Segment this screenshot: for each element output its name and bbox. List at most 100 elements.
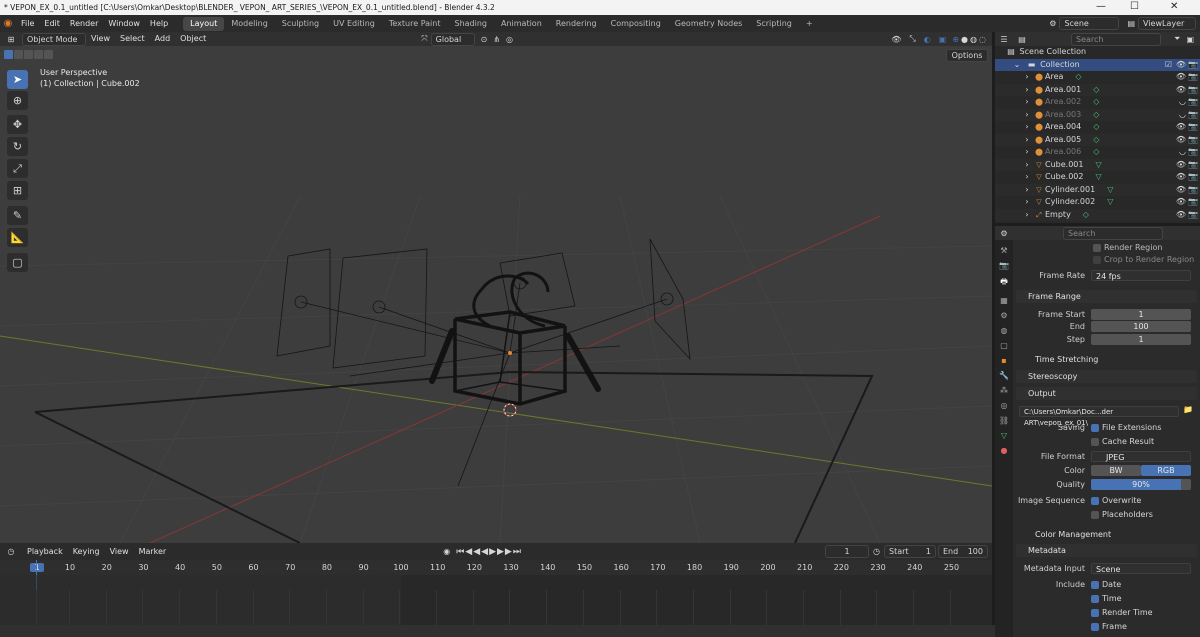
annotate-icon[interactable]: ✎ [7,206,28,225]
metadata-input-select[interactable]: Scene [1091,563,1191,574]
frame-range-panel[interactable]: Frame Range [1016,290,1197,303]
output-path-field[interactable]: C:\Users\Omkar\Doc...der ART\vepon_ex_01… [1019,406,1179,427]
viewport-options-button[interactable]: Options [946,49,988,62]
outliner-item[interactable]: › ⬤ Area.003 ◇ ◡ 📷 [995,108,1200,122]
select-invert-icon[interactable] [34,49,43,59]
outliner-item[interactable]: › ⬤ Area.006 ◇ ◡ 📷 [995,146,1200,159]
select-subtract-icon[interactable] [24,49,33,59]
add-cube-icon[interactable]: ▢ [7,253,28,272]
cache-result-checkbox[interactable]: Cache Result [1091,436,1154,448]
properties-search[interactable]: Search [1063,226,1163,240]
menu-window[interactable]: Window [103,15,145,32]
tab-scripting[interactable]: Scripting [749,17,799,31]
minimize-button[interactable]: — [1096,1,1106,12]
object-data-icon[interactable]: ▽ [1107,197,1113,206]
color-rgb-button[interactable]: RGB [1141,465,1191,476]
rotate-icon[interactable]: ↻ [7,137,28,156]
render-visibility-icon[interactable]: 📷 [1188,109,1198,122]
render-visibility-icon[interactable]: 📷 [1188,196,1198,209]
menu-help[interactable]: Help [145,15,173,32]
orientation-selector[interactable]: Global [430,32,475,46]
object-data-icon[interactable]: ▽ [1107,185,1113,194]
select-intersect-icon[interactable] [44,49,53,59]
shading-solid-icon[interactable]: ● [961,35,968,44]
world-tab-icon[interactable]: ◍ [1001,326,1008,335]
placeholders-checkbox[interactable]: Placeholders [1091,509,1153,521]
color-bw-button[interactable]: BW [1091,465,1141,476]
end-frame-field[interactable]: End 100 [938,545,988,558]
render-visibility-icon[interactable]: 📷 [1188,134,1198,147]
expand-icon[interactable]: › [1021,159,1033,172]
proportional-edit-icon[interactable]: ◎ [506,35,513,44]
select-box-icon[interactable]: ➤ [7,70,28,89]
visibility-icon[interactable]: 👁 [1176,84,1186,97]
object-data-icon[interactable]: ◇ [1083,210,1089,219]
visibility-icon[interactable]: 👁 [1176,171,1186,184]
maximize-button[interactable]: ☐ [1130,1,1139,12]
expand-icon[interactable]: › [1021,209,1033,222]
collection-tab-icon[interactable]: ▢ [1000,341,1008,350]
outliner-item[interactable]: › ⬤ Area.001 ◇ 👁 📷 [995,83,1200,97]
tab-uv-editing[interactable]: UV Editing [326,17,382,31]
properties-editor-icon[interactable]: ⚙ [995,229,1013,238]
overlay-icon[interactable]: ◐ [924,35,931,44]
mode-selector[interactable]: Object Mode [22,32,86,46]
render-visibility-icon[interactable]: 📷 [1188,209,1198,222]
filter-icon[interactable]: ⏷ [1174,34,1180,44]
visibility-icon[interactable]: 👁 [1176,134,1186,147]
crop-region-checkbox[interactable]: Crop to Render Region [1093,254,1194,266]
render-visibility-icon[interactable]: 📷 [1188,96,1198,109]
expand-icon[interactable]: › [1021,121,1033,134]
viewport-canvas[interactable] [0,46,992,543]
modifier-tab-icon[interactable]: 🔧 [999,371,1009,380]
file-format-select[interactable]: JPEG [1091,451,1191,462]
expand-icon[interactable]: › [1021,84,1033,97]
tab-layout[interactable]: Layout [183,16,225,31]
scene-selector[interactable]: Scene [1059,17,1120,30]
expand-icon[interactable]: › [1021,171,1033,184]
end-field[interactable]: 100 [1091,321,1191,332]
menu-render[interactable]: Render [65,15,103,32]
view-layer-selector[interactable]: ViewLayer [1138,17,1196,30]
tab-modeling[interactable]: Modeling [224,17,274,31]
output-tab-icon[interactable]: 🖶 [1000,276,1008,290]
tab-compositing[interactable]: Compositing [604,17,668,31]
data-tab-icon[interactable]: ▽ [1001,431,1007,440]
tab-texture-paint[interactable]: Texture Paint [382,17,448,31]
timeline-body[interactable] [0,560,992,637]
visibility-icon[interactable]: 👁 [1176,159,1186,172]
tab-geometry-nodes[interactable]: Geometry Nodes [668,17,749,31]
particles-tab-icon[interactable]: ⁂ [1000,386,1008,395]
viewport-menu-object[interactable]: Object [175,32,211,46]
include-frame-checkbox[interactable]: Frame [1091,621,1127,633]
render-visibility-icon[interactable]: 📷 [1188,171,1198,184]
object-data-icon[interactable]: ▽ [1095,172,1101,181]
start-frame-field[interactable]: Start 1 [884,545,936,558]
outliner-item[interactable]: › ⬤ Area.004 ◇ 👁 📷 [995,121,1200,134]
include-date-checkbox[interactable]: Date [1091,579,1121,591]
gizmo-icon[interactable]: ⤡ [909,34,915,44]
object-data-icon[interactable]: ◇ [1075,72,1081,81]
playback-controls[interactable]: ⏮◀◀◀▶▶▶⏭ [456,547,522,557]
expand-icon[interactable]: › [1021,109,1033,122]
visibility-icon[interactable]: 👁 [1176,209,1186,222]
render-visibility-icon[interactable]: 📷 [1188,71,1198,84]
visibility-icon[interactable]: 👁 [1176,71,1186,84]
expand-icon[interactable]: ⌄ [1011,59,1023,72]
outliner-item[interactable]: › ▽ Cube.002 ▽ 👁 📷 [995,171,1200,184]
xray-icon[interactable]: ▣ [939,35,947,44]
outliner-item[interactable]: › ⬤ Area ◇ 👁 📷 [995,71,1200,84]
outliner-item[interactable]: › ▽ Cube.001 ▽ 👁 📷 [995,158,1200,172]
current-frame-field[interactable]: 1 [825,545,870,558]
scale-icon[interactable]: ⤢ [7,159,28,178]
shading-wireframe-icon[interactable]: ⊕ [952,35,959,44]
render-visibility-icon[interactable]: 📷 [1188,146,1198,159]
visibility-icon[interactable]: ◡ [1179,96,1186,109]
tool-tab-icon[interactable]: ⚒ [1000,246,1007,255]
visibility-icon[interactable]: 👁 [1176,196,1186,209]
expand-icon[interactable]: › [1021,71,1033,84]
step-field[interactable]: 1 [1091,334,1191,345]
metadata-panel[interactable]: Metadata [1016,544,1197,557]
expand-icon[interactable]: › [1021,196,1033,209]
time-stretching-panel[interactable]: Time Stretching [1023,353,1200,366]
